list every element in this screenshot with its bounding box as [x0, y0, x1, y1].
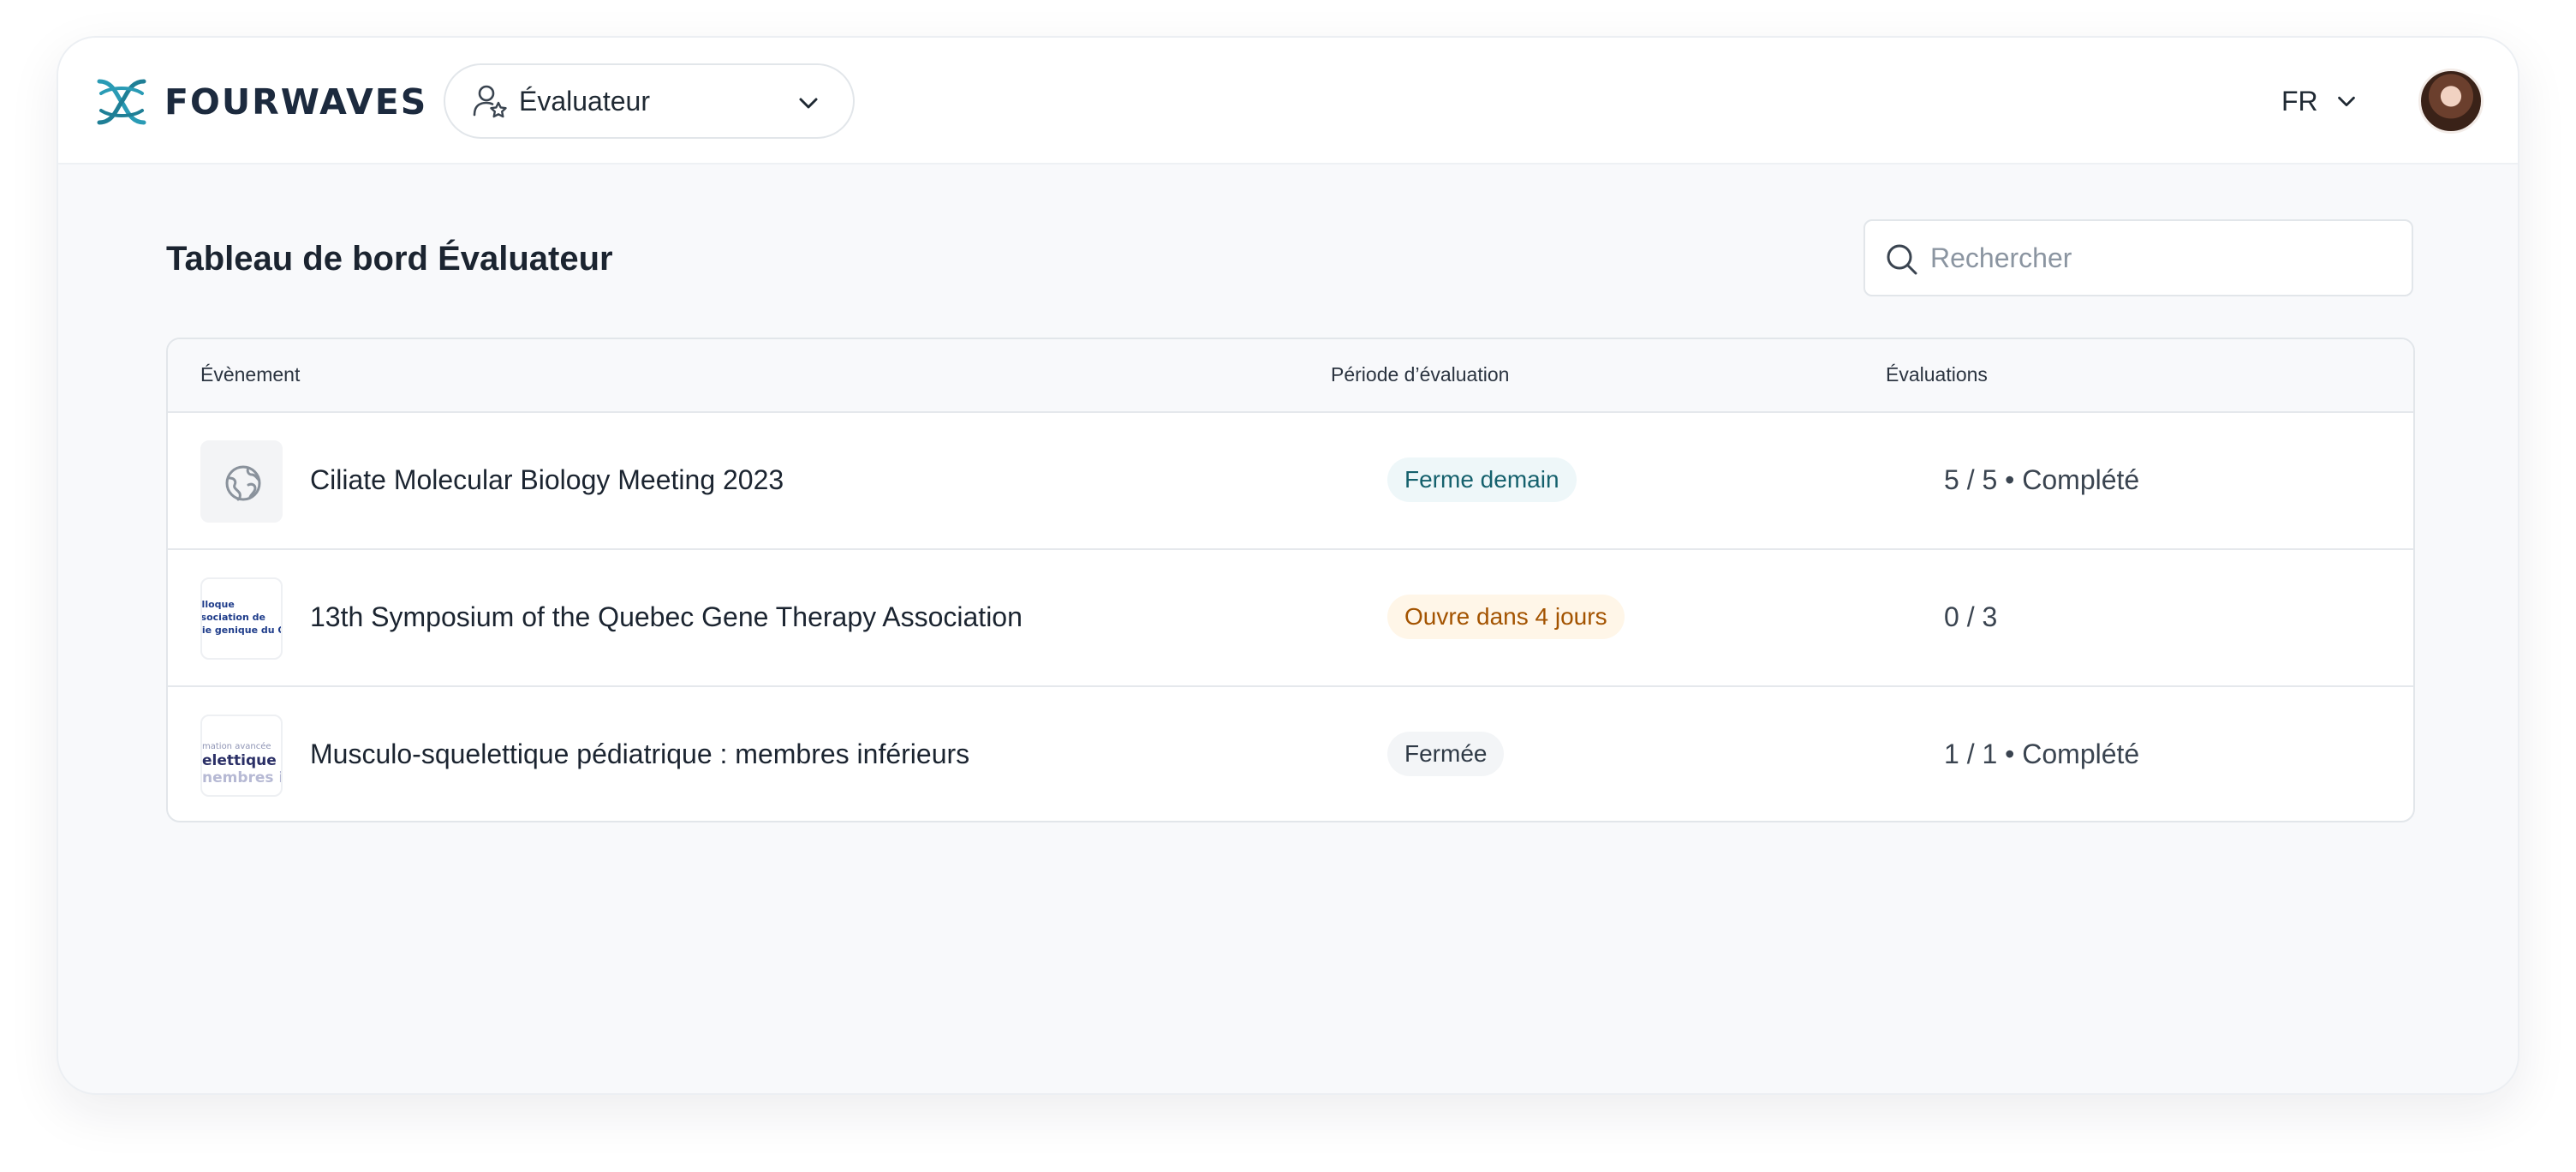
top-navigation-bar: FOURWAVES Évaluateur FR	[58, 38, 2518, 164]
evaluations-count: 1 / 1 • Complété	[1944, 738, 2140, 769]
role-selector-dropdown[interactable]: Évaluateur	[444, 63, 855, 139]
event-name: Musculo-squelettique pédiatrique : membr…	[310, 738, 970, 769]
event-thumbnail-image: mation avancée elettique p nembres in	[202, 742, 281, 786]
evaluations-count: 0 / 3	[1944, 601, 1998, 632]
page-title: Tableau de bord Évaluateur	[166, 240, 613, 278]
event-thumbnail: olloque ssociation de pie genique du Q	[200, 577, 283, 660]
event-thumbnail-image: olloque ssociation de pie genique du Q	[200, 599, 283, 636]
column-header-event: Évènement	[200, 363, 301, 386]
status-badge: Ouvre dans 4 jours	[1387, 595, 1625, 639]
table-header: Évènement Période d’évaluation Évaluatio…	[168, 339, 2413, 413]
fourwaves-logo[interactable]: FOURWAVES	[94, 72, 427, 132]
search-icon	[1887, 244, 1917, 275]
search-input[interactable]	[1930, 228, 2393, 288]
events-table: Évènement Période d’évaluation Évaluatio…	[166, 338, 2415, 822]
fourwaves-logo-icon	[97, 79, 146, 125]
app-window: FOURWAVES Évaluateur FR Tableau de bord …	[57, 36, 2519, 1095]
table-row[interactable]: mation avancée elettique p nembres in Mu…	[168, 687, 2413, 821]
search-box[interactable]	[1863, 219, 2413, 296]
status-badge: Ferme demain	[1387, 457, 1577, 502]
globe-icon	[225, 465, 261, 501]
user-avatar[interactable]	[2418, 69, 2484, 134]
status-badge: Fermée	[1387, 732, 1505, 776]
language-selector[interactable]: FR	[2281, 63, 2359, 139]
column-header-evaluations: Évaluations	[1886, 363, 1988, 386]
event-thumbnail: mation avancée elettique p nembres in	[200, 715, 283, 797]
table-row[interactable]: olloque ssociation de pie genique du Q 1…	[168, 550, 2413, 687]
event-thumbnail	[200, 440, 283, 523]
chevron-down-icon	[799, 98, 818, 109]
chevron-down-icon	[2337, 96, 2355, 107]
column-header-period: Période d’évaluation	[1331, 363, 1510, 386]
user-star-icon	[473, 85, 507, 118]
event-name: 13th Symposium of the Quebec Gene Therap…	[310, 601, 1023, 632]
language-label: FR	[2281, 85, 2318, 117]
role-selector-label: Évaluateur	[519, 86, 650, 117]
evaluations-count: 5 / 5 • Complété	[1944, 464, 2140, 495]
brand-name: FOURWAVES	[164, 81, 428, 123]
event-name: Ciliate Molecular Biology Meeting 2023	[310, 464, 784, 495]
table-row[interactable]: Ciliate Molecular Biology Meeting 2023 F…	[168, 413, 2413, 550]
